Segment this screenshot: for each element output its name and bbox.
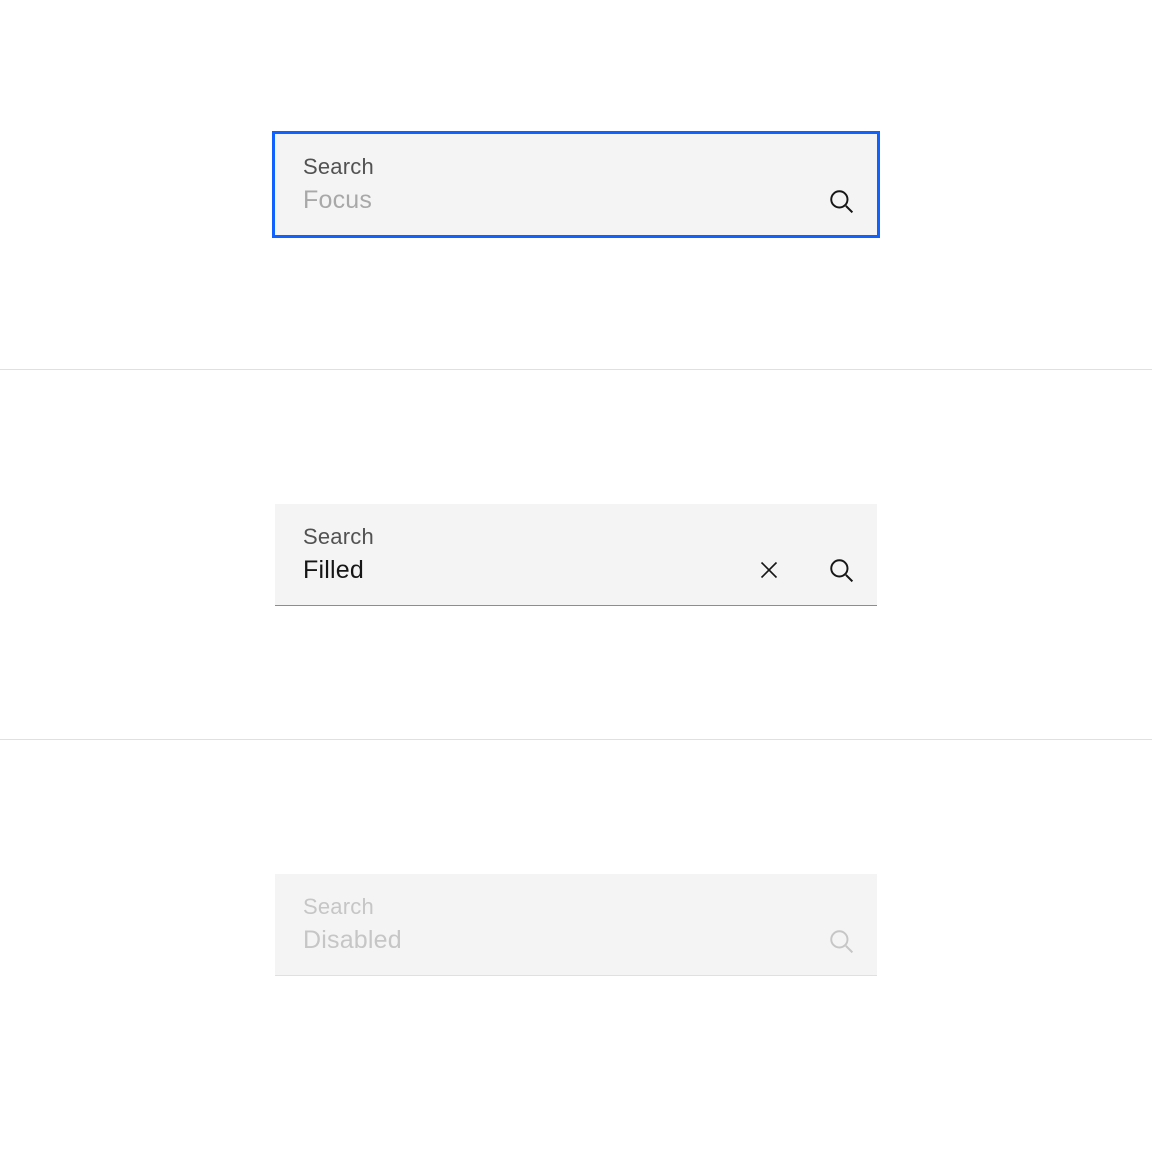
search-input: Disabled <box>303 926 817 955</box>
search-field-filled[interactable]: Search Filled <box>275 504 877 606</box>
search-icon[interactable] <box>827 187 855 215</box>
search-input[interactable]: Focus <box>303 186 817 215</box>
search-icon[interactable] <box>827 556 855 584</box>
search-label: Search <box>303 524 855 550</box>
close-icon[interactable] <box>755 556 783 584</box>
search-field-disabled: Search Disabled <box>275 874 877 976</box>
search-label: Search <box>303 154 855 180</box>
search-input[interactable]: Filled <box>303 556 745 585</box>
search-field-focus[interactable]: Search Focus <box>275 134 877 235</box>
search-label: Search <box>303 894 855 920</box>
search-icon <box>827 927 855 955</box>
